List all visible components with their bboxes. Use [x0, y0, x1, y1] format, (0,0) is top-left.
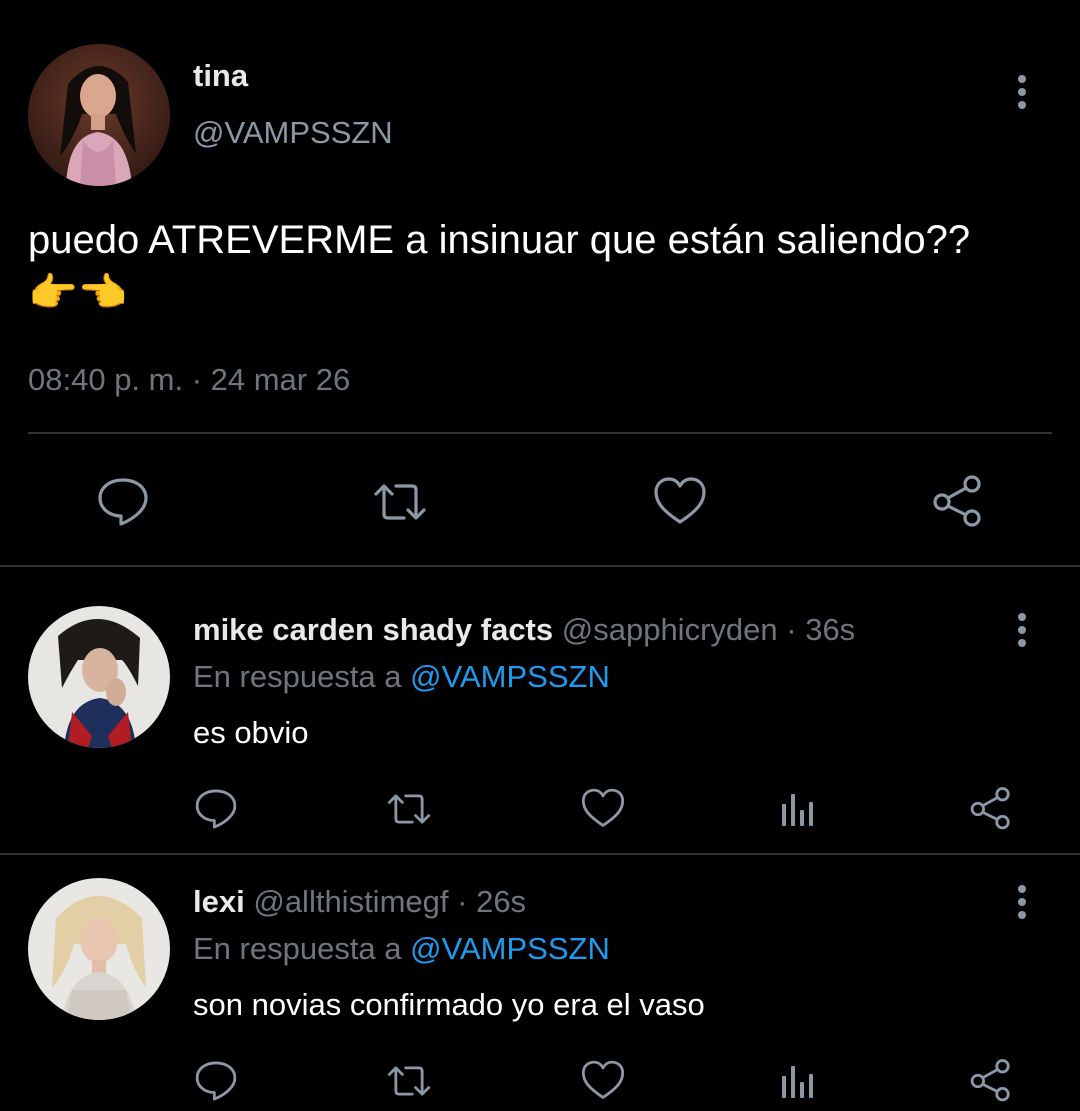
author-display-name[interactable]: tina [193, 58, 248, 94]
retweet-button[interactable] [386, 1058, 432, 1104]
more-options-button[interactable] [1004, 608, 1040, 652]
author-display-name[interactable]: lexi [193, 884, 245, 919]
analytics-button[interactable] [774, 786, 820, 832]
retweet-button[interactable] [386, 786, 432, 832]
tweet-timestamp[interactable]: 08:40 p. m. · 24 mar 26 [28, 362, 350, 398]
heart-icon [654, 477, 706, 524]
bar-chart-icon [782, 1066, 813, 1098]
author-handle[interactable]: @sapphicryden [562, 612, 778, 647]
reply-time[interactable]: 26s [476, 884, 526, 919]
tweet-thread-page: tina @VAMPSSZN puedo ATREVERME a insinua… [0, 0, 1080, 1111]
vertical-ellipsis-icon [1018, 613, 1026, 621]
retweet-button[interactable] [372, 474, 428, 530]
more-options-button[interactable] [1004, 880, 1040, 924]
vertical-ellipsis-icon [1018, 75, 1026, 83]
reply-mention-link[interactable]: @VAMPSSZN [410, 659, 610, 694]
avatar[interactable] [28, 878, 170, 1020]
like-button[interactable] [652, 474, 708, 530]
author-handle[interactable]: @allthistimegf [253, 884, 448, 919]
like-button[interactable] [580, 786, 626, 832]
reply-header: mike carden shady facts @sapphicryden · … [193, 612, 855, 648]
avatar[interactable] [28, 606, 170, 748]
separator: · [786, 612, 797, 647]
reply-button[interactable] [95, 474, 151, 530]
author-display-name[interactable]: mike carden shady facts [193, 612, 553, 647]
author-handle[interactable]: @VAMPSSZN [193, 115, 393, 151]
speech-bubble-icon [195, 789, 237, 829]
share-nodes-icon [970, 1059, 1010, 1102]
separator: · [457, 884, 468, 919]
divider [28, 432, 1052, 434]
analytics-button[interactable] [774, 1058, 820, 1104]
reply-mention-link[interactable]: @VAMPSSZN [410, 931, 610, 966]
reply-context: En respuesta a @VAMPSSZN [193, 659, 610, 695]
share-nodes-icon [933, 475, 981, 527]
share-button[interactable] [930, 474, 986, 530]
retweet-arrows-icon [374, 484, 426, 520]
share-button[interactable] [968, 786, 1014, 832]
reply-button[interactable] [193, 786, 239, 832]
reply-text: es obvio [193, 715, 309, 750]
vertical-ellipsis-icon [1018, 885, 1026, 893]
reply-button[interactable] [193, 1058, 239, 1104]
speech-bubble-icon [195, 1061, 237, 1101]
reply-header: lexi @allthistimegf · 26s [193, 884, 526, 920]
retweet-arrows-icon [387, 794, 431, 824]
share-button[interactable] [968, 1058, 1014, 1104]
divider [0, 565, 1080, 567]
reply-context: En respuesta a @VAMPSSZN [193, 931, 610, 967]
like-button[interactable] [580, 1058, 626, 1104]
reply-text: son novias confirmado yo era el vaso [193, 987, 705, 1022]
divider [0, 853, 1080, 855]
retweet-arrows-icon [387, 1066, 431, 1096]
heart-icon [581, 788, 625, 827]
reply-prefix: En respuesta a [193, 659, 402, 694]
reply-prefix: En respuesta a [193, 931, 402, 966]
more-options-button[interactable] [1004, 70, 1040, 114]
tweet-text: puedo ATREVERME a insinuar que están sal… [28, 218, 971, 315]
avatar[interactable] [28, 44, 170, 186]
heart-icon [581, 1060, 625, 1099]
speech-bubble-icon [98, 478, 148, 526]
reply-time[interactable]: 36s [805, 612, 855, 647]
bar-chart-icon [782, 794, 813, 826]
share-nodes-icon [970, 787, 1010, 830]
